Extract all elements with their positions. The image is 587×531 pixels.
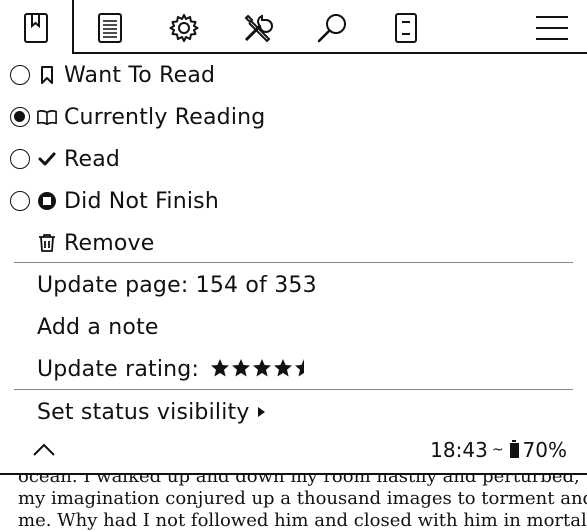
rating-stars — [210, 358, 308, 378]
radio-currently-reading[interactable] — [10, 107, 30, 127]
add-note-label: Add a note — [37, 314, 159, 340]
trash-icon — [37, 233, 57, 253]
menu-divider — [14, 262, 573, 263]
book-text-line: ocean. I walked up and down my room hast… — [18, 475, 587, 487]
status-option-label: Currently Reading — [64, 104, 266, 130]
search-icon[interactable] — [312, 8, 352, 48]
status-bar: 18:43 ~ 70% — [0, 430, 587, 472]
book-page-area[interactable]: ocean. I walked up and down my room hast… — [0, 475, 587, 531]
menu-divider — [14, 389, 573, 390]
status-visibility-wrap: Set status visibility — [37, 400, 265, 425]
bookmark-icon — [37, 65, 57, 85]
hamburger-menu-icon[interactable] — [532, 8, 572, 48]
top-toolbar — [0, 0, 587, 54]
radio-read[interactable] — [10, 149, 30, 169]
bookmark-book-icon[interactable] — [16, 8, 56, 48]
stop-icon — [37, 191, 57, 211]
update-rating-wrap: Update rating: — [37, 357, 308, 382]
submenu-arrow-icon — [257, 406, 265, 417]
status-option-read[interactable]: Read — [0, 138, 587, 180]
toc-list-icon[interactable] — [90, 8, 130, 48]
settings-gear-icon[interactable] — [164, 8, 204, 48]
star-half-icon — [295, 358, 305, 376]
book-status-menu: Want To Read Currently Reading Read Did … — [0, 54, 587, 474]
status-right: 18:43 ~ 70% — [430, 438, 567, 462]
tab-divider — [72, 0, 74, 54]
star-full-icon — [211, 358, 230, 376]
checkmark-icon — [37, 149, 57, 169]
clock-time: 18:43 — [430, 438, 488, 462]
chevron-up-icon[interactable] — [32, 442, 56, 462]
add-note-item[interactable]: Add a note — [0, 306, 587, 348]
battery-level: 70% — [522, 438, 567, 462]
book-text: ocean. I walked up and down my room hast… — [18, 475, 587, 531]
status-option-label: Read — [64, 146, 121, 172]
status-option-label: Did Not Finish — [64, 188, 219, 214]
open-book-icon — [37, 107, 57, 127]
star-full-icon — [232, 358, 251, 376]
status-option-want-to-read[interactable]: Want To Read — [0, 54, 587, 96]
book-text-line: my imagination conjured up a thousand im… — [18, 488, 587, 509]
remove-status-item[interactable]: Remove — [0, 222, 587, 264]
status-option-currently-reading[interactable]: Currently Reading — [0, 96, 587, 138]
status-option-did-not-finish[interactable]: Did Not Finish — [0, 180, 587, 222]
tools-icon[interactable] — [238, 8, 278, 48]
star-full-icon — [253, 358, 272, 376]
radio-did-not-finish[interactable] — [10, 191, 30, 211]
status-visibility-label: Set status visibility — [37, 399, 250, 425]
radio-want-to-read[interactable] — [10, 65, 30, 85]
frontlight-icon: ~ — [491, 442, 504, 458]
star-full-icon — [274, 358, 293, 376]
update-rating-item[interactable]: Update rating: — [0, 348, 587, 390]
status-visibility-item[interactable]: Set status visibility — [0, 391, 587, 433]
status-option-label: Want To Read — [64, 62, 216, 88]
battery-icon — [509, 439, 519, 458]
ereader-icon[interactable] — [386, 8, 426, 48]
book-text-line: me. Why had I not followed him and close… — [18, 510, 587, 531]
update-rating-label: Update rating: — [37, 356, 200, 382]
update-page-item[interactable]: Update page: 154 of 353 — [0, 264, 587, 306]
remove-label: Remove — [64, 230, 155, 256]
update-page-label: Update page: 154 of 353 — [37, 272, 317, 298]
